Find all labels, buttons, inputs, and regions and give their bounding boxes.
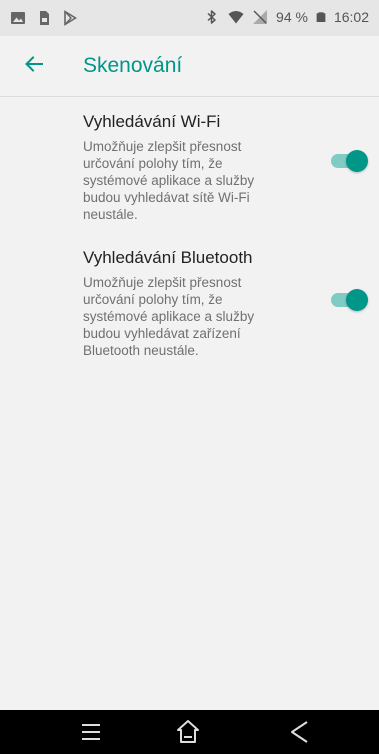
setting-title: Vyhledávání Wi-Fi (83, 112, 221, 131)
clock: 16:02 (333, 9, 369, 25)
setting-description: Umožňuje zlepšit přesnost určování poloh… (83, 139, 255, 222)
image-icon (11, 12, 25, 24)
battery-percent: 94 % (276, 9, 308, 25)
bluetooth-scanning-toggle[interactable] (327, 285, 368, 315)
setting-wifi-scanning[interactable]: Vyhledávání Wi-Fi Umožňuje zlepšit přesn… (83, 112, 363, 223)
wifi-scanning-toggle[interactable] (327, 146, 368, 176)
app-bar: Skenování (0, 36, 379, 97)
battery-icon (316, 12, 326, 22)
setting-bluetooth-scanning[interactable]: Vyhledávání Bluetooth Umožňuje zlepšit p… (83, 248, 363, 359)
status-left-icons (10, 10, 78, 26)
toggle-knob (346, 150, 368, 172)
wifi-icon (228, 11, 244, 24)
sim-icon (40, 11, 49, 25)
status-bar: 94 % 16:02 (0, 0, 379, 36)
menu-icon[interactable] (75, 716, 107, 748)
no-signal-icon (253, 10, 268, 24)
navigation-bar (0, 710, 379, 754)
back-icon[interactable] (283, 716, 315, 748)
bluetooth-icon (207, 10, 216, 24)
setting-title: Vyhledávání Bluetooth (83, 248, 253, 267)
home-icon[interactable] (172, 716, 204, 748)
status-right: 94 % 16:02 (204, 9, 369, 25)
screen: 94 % 16:02 Skenování Vyhledávání Wi-Fi U… (0, 0, 379, 754)
play-store-icon (64, 10, 78, 26)
back-arrow-icon[interactable] (22, 52, 46, 76)
toggle-knob (346, 289, 368, 311)
setting-description: Umožňuje zlepšit přesnost určování poloh… (83, 275, 255, 358)
page-title: Skenování (83, 54, 183, 77)
